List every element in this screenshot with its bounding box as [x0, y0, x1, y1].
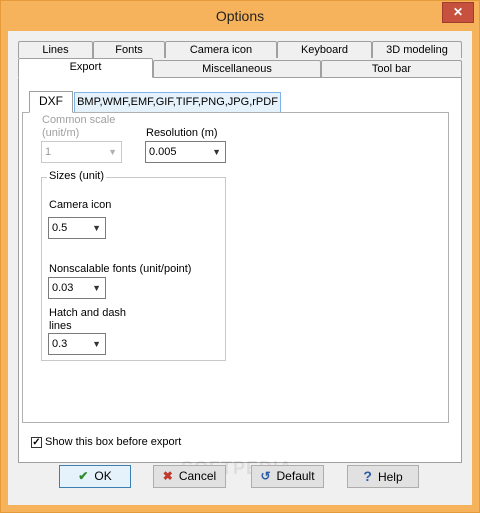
nonscalable-fonts-value: 0.03	[52, 282, 74, 294]
close-icon: ✖	[162, 469, 173, 483]
undo-arrow-icon: ↺	[260, 469, 271, 483]
close-button[interactable]: ✕	[442, 2, 474, 23]
camera-icon-value: 0.5	[52, 222, 68, 234]
common-scale-select[interactable]: 1 ▼	[41, 141, 122, 163]
camera-icon-label: Camera icon	[49, 199, 112, 211]
tab-keyboard[interactable]: Keyboard	[277, 41, 372, 58]
resolution-label: Resolution (m)	[146, 127, 218, 139]
hatch-dash-select[interactable]: 0.3 ▼	[48, 333, 106, 355]
ok-label: OK	[94, 469, 112, 483]
default-button[interactable]: ↺ Default	[251, 465, 324, 488]
tab-bitmap-formats[interactable]: BMP,WMF,EMF,GIF,TIFF,PNG,JPG,rPDF	[74, 92, 281, 112]
options-window: Options ✕ Lines Fonts Camera icon Keyboa…	[0, 0, 480, 513]
chevron-down-icon: ▼	[92, 283, 101, 293]
resolution-value: 0.005	[149, 146, 177, 158]
chevron-down-icon: ▼	[92, 339, 101, 349]
tab-dxf[interactable]: DXF	[29, 91, 73, 113]
checkmark-icon: ✔	[78, 469, 89, 483]
window-title: Options	[215, 8, 265, 24]
chevron-down-icon: ▼	[108, 147, 117, 157]
tab-export[interactable]: Export	[18, 58, 153, 78]
show-box-checkbox[interactable]: ✓	[31, 437, 42, 448]
chevron-down-icon: ▼	[92, 223, 101, 233]
help-icon: ?	[363, 468, 372, 484]
nonscalable-fonts-label: Nonscalable fonts (unit/point)	[49, 263, 192, 275]
common-scale-label: Common scale (unit/m)	[42, 114, 116, 139]
show-box-label[interactable]: Show this box before export	[45, 436, 181, 448]
default-label: Default	[276, 469, 315, 483]
tab-miscellaneous[interactable]: Miscellaneous	[153, 60, 321, 77]
camera-icon-select[interactable]: 0.5 ▼	[48, 217, 106, 239]
chevron-down-icon: ▼	[212, 147, 221, 157]
tab-lines[interactable]: Lines	[18, 41, 93, 58]
help-label: Help	[377, 470, 403, 484]
tab-tool-bar[interactable]: Tool bar	[321, 60, 462, 77]
hatch-dash-value: 0.3	[52, 338, 68, 350]
cancel-label: Cancel	[178, 469, 217, 483]
tab-camera-icon[interactable]: Camera icon	[165, 41, 277, 58]
cancel-button[interactable]: ✖ Cancel	[153, 465, 226, 488]
tab-3d-modeling[interactable]: 3D modeling	[372, 41, 462, 58]
help-button[interactable]: ? Help	[347, 465, 419, 488]
ok-button[interactable]: ✔ OK	[59, 465, 131, 488]
nonscalable-fonts-select[interactable]: 0.03 ▼	[48, 277, 106, 299]
sizes-group-title: Sizes (unit)	[47, 170, 107, 182]
tab-fonts[interactable]: Fonts	[93, 41, 165, 58]
title-bar[interactable]: Options ✕	[1, 1, 479, 31]
hatch-dash-label: Hatch and dash lines	[49, 307, 127, 332]
common-scale-value: 1	[45, 146, 52, 158]
resolution-select[interactable]: 0.005 ▼	[145, 141, 226, 163]
